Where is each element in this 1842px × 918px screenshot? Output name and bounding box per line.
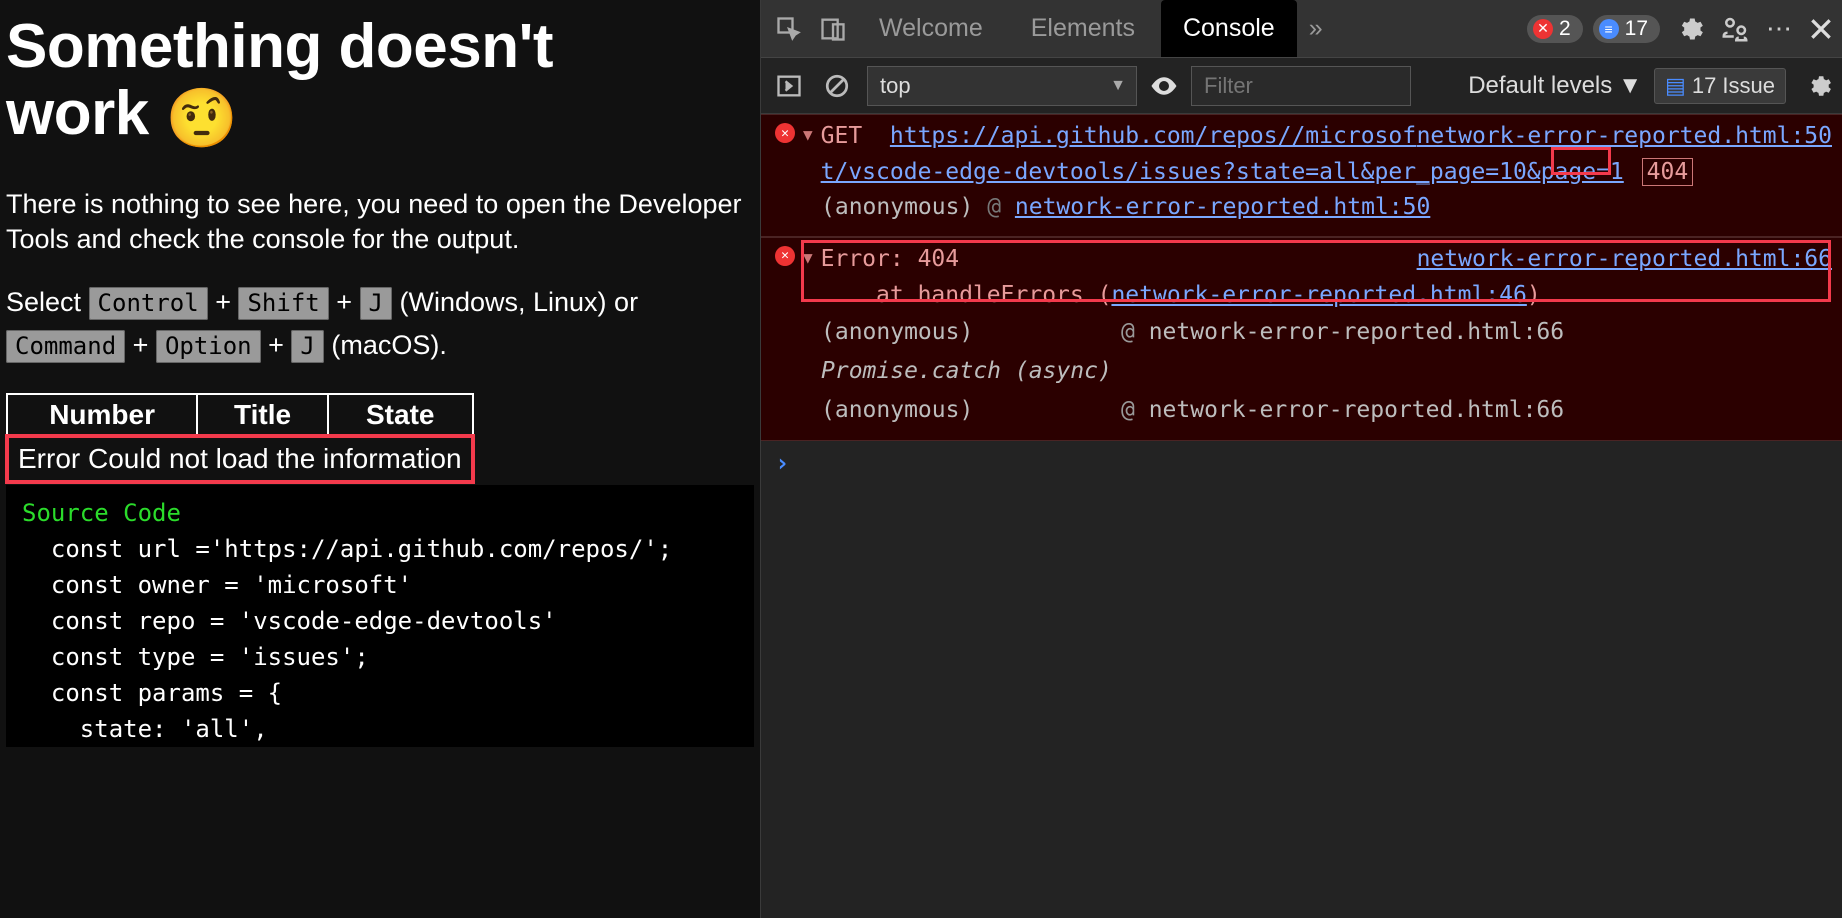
settings-icon[interactable] — [1676, 15, 1704, 43]
status-code: 404 — [1642, 158, 1694, 186]
info-dot-icon: ≡ — [1599, 19, 1619, 39]
info-count-badge[interactable]: ≡ 17 — [1593, 15, 1660, 43]
console-settings-icon[interactable] — [1806, 73, 1832, 99]
demo-page: Something doesn't work 🤨 There is nothin… — [0, 0, 760, 918]
tab-elements[interactable]: Elements — [1009, 0, 1157, 57]
stack-row: Promise.catch (async) — [775, 352, 1832, 391]
source-body: const url ='https://api.github.com/repos… — [22, 535, 672, 743]
issues-button[interactable]: ▤ 17 Issue — [1654, 68, 1786, 104]
issues-icon: ▤ — [1665, 73, 1686, 99]
console-prompt[interactable]: › — [761, 441, 1842, 485]
source-code-block: Source Code const url ='https://api.gith… — [6, 485, 754, 747]
error-icon: ✕ — [775, 246, 795, 266]
col-number: Number — [7, 394, 197, 436]
table-header-row: Number Title State — [7, 394, 473, 436]
at-symbol: @ — [987, 194, 1015, 220]
title-line1: Something doesn't — [6, 12, 553, 81]
col-title: Title — [197, 394, 328, 436]
filter-input[interactable] — [1191, 66, 1411, 106]
console-error-2[interactable]: ✕ ▼ network-error-reported.html:66 Error… — [761, 237, 1842, 442]
source-title: Source Code — [22, 499, 181, 527]
plus: + — [125, 330, 156, 360]
info-count: 17 — [1625, 17, 1648, 41]
table-error-row: Error Could not load the information — [7, 436, 473, 482]
table-error-cell: Error Could not load the information — [7, 436, 473, 482]
intro-paragraph: There is nothing to see here, you need t… — [6, 187, 754, 257]
plus: + — [261, 330, 292, 360]
stack-at-text: at handleErrors ( — [821, 282, 1112, 308]
console-error-1[interactable]: ✕ ▼ network-error-reported.html:50 GET h… — [761, 114, 1842, 237]
stack-row: (anonymous) @ network-error-reported.htm… — [775, 313, 1832, 352]
http-method: GET — [821, 123, 863, 149]
log-levels-select[interactable]: Default levels ▼ — [1468, 72, 1642, 100]
issues-label: 17 Issue — [1692, 73, 1775, 99]
console-toolbar: top Default levels ▼ ▤ 17 Issue — [761, 58, 1842, 114]
error-count-badge[interactable]: ✕ 2 — [1527, 15, 1583, 43]
at-symbol: @ — [1121, 397, 1149, 423]
tab-console[interactable]: Console — [1161, 0, 1297, 57]
emoji-face: 🤨 — [165, 86, 237, 151]
sidebar-toggle-icon[interactable] — [771, 68, 807, 104]
source-link[interactable]: network-error-reported.html:50 — [1417, 119, 1832, 155]
macos-text: (macOS). — [331, 330, 447, 360]
stack-location-link[interactable]: network-error-reported.html:66 — [1149, 319, 1564, 345]
error-icon: ✕ — [775, 123, 795, 143]
title-line2: work — [6, 79, 165, 148]
col-state: State — [328, 394, 473, 436]
stack-fn: (anonymous) — [821, 313, 1121, 352]
page-title: Something doesn't work 🤨 — [6, 14, 754, 151]
clear-console-icon[interactable] — [819, 68, 855, 104]
stack-location-link[interactable]: network-error-reported.html:66 — [1149, 397, 1564, 423]
live-expression-icon[interactable] — [1149, 71, 1179, 101]
source-link[interactable]: network-error-reported.html:66 — [1417, 242, 1832, 278]
feedback-icon[interactable] — [1720, 14, 1750, 44]
key-j2: J — [291, 330, 323, 363]
select-word: Select — [6, 287, 89, 317]
error-headline: Error: 404 — [821, 246, 959, 272]
prompt-chevron-icon: › — [775, 449, 789, 477]
devtools-panel: Welcome Elements Console » ✕ 2 ≡ 17 ⋯ — [760, 0, 1842, 918]
error-dot-icon: ✕ — [1533, 19, 1553, 39]
context-value: top — [880, 73, 911, 99]
stack-fn-async: Promise.catch (async) — [821, 352, 1121, 391]
winlinux-text: (Windows, Linux) or — [399, 287, 638, 317]
stack-location-link[interactable]: network-error-reported.html:50 — [1015, 194, 1430, 220]
context-select[interactable]: top — [867, 66, 1137, 106]
disclosure-triangle-icon[interactable]: ▼ — [803, 125, 813, 144]
stack-row: (anonymous) @ network-error-reported.htm… — [775, 391, 1832, 430]
issues-table: Number Title State Error Could not load … — [6, 393, 474, 483]
stack-at-link[interactable]: network-error-reported.html:46 — [1111, 282, 1526, 308]
paren-close: ) — [1527, 282, 1541, 308]
more-icon[interactable]: ⋯ — [1766, 13, 1792, 44]
key-command: Command — [6, 330, 125, 363]
plus: + — [329, 287, 360, 317]
inspect-icon[interactable] — [769, 9, 809, 49]
tabs-overflow[interactable]: » — [1301, 0, 1331, 57]
devtools-tabbar: Welcome Elements Console » ✕ 2 ≡ 17 ⋯ — [761, 0, 1842, 58]
at-symbol: @ — [1121, 319, 1149, 345]
plus: + — [208, 287, 239, 317]
close-icon[interactable] — [1808, 16, 1834, 42]
key-shift: Shift — [238, 287, 328, 320]
key-control: Control — [89, 287, 208, 320]
error-count: 2 — [1559, 17, 1571, 41]
key-j: J — [360, 287, 392, 320]
device-toggle-icon[interactable] — [813, 9, 853, 49]
tab-welcome[interactable]: Welcome — [857, 0, 1005, 57]
keyboard-instructions: Select Control + Shift + J (Windows, Lin… — [6, 281, 754, 367]
key-option: Option — [156, 330, 261, 363]
console-messages: ✕ ▼ network-error-reported.html:50 GET h… — [761, 114, 1842, 918]
levels-label: Default levels — [1468, 72, 1612, 100]
chevron-down-icon: ▼ — [1618, 72, 1642, 100]
stack-fn: (anonymous) — [821, 391, 1121, 430]
stack-frame: (anonymous) @ network-error-reported.htm… — [775, 190, 1832, 226]
disclosure-triangle-icon[interactable]: ▼ — [803, 248, 813, 267]
stack-fn: (anonymous) — [821, 194, 973, 220]
